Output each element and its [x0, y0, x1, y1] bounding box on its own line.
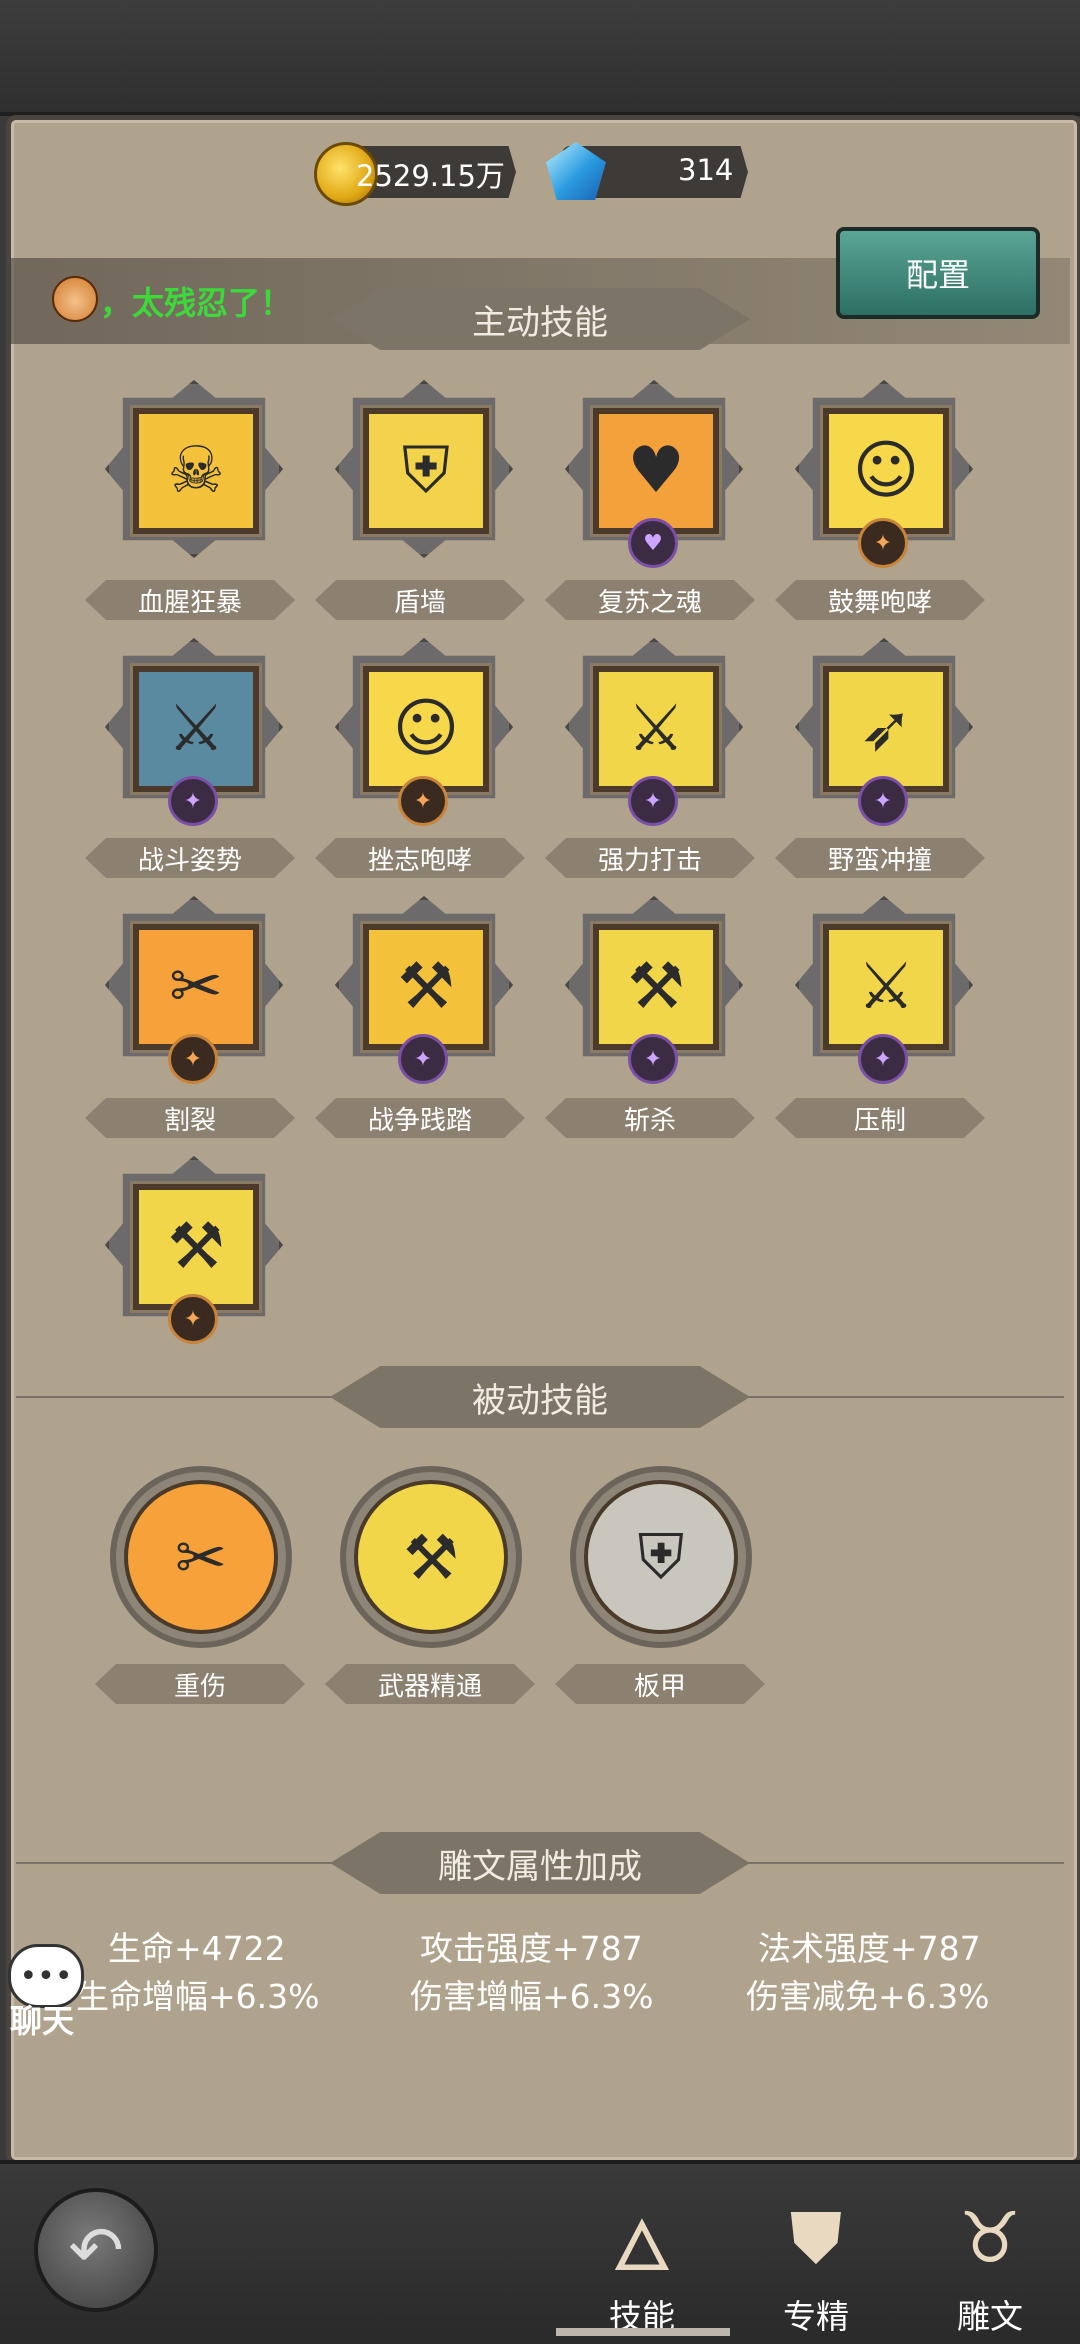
- purple-rune-icon: ✦: [858, 776, 908, 826]
- skill-slot[interactable]: ⚒ ✦: [555, 886, 745, 1084]
- roaring-face-icon: ☺: [360, 663, 492, 795]
- bronze-rune-icon: ✦: [398, 776, 448, 826]
- skill-slot[interactable]: ☠: [95, 370, 285, 560]
- skill-slot[interactable]: ☺ ✦: [785, 370, 975, 568]
- skill-glyph: ⚒: [167, 1210, 225, 1284]
- tab-glyphs-label: 雕文: [957, 2297, 1023, 2336]
- purple-rune-icon: ✦: [858, 1034, 908, 1084]
- skill-slot[interactable]: ⛨: [325, 370, 515, 560]
- passive-skills-title: 被动技能: [330, 1366, 750, 1428]
- skill-name: 复苏之魂: [545, 580, 755, 620]
- skill-glyph: ⚔: [167, 692, 225, 766]
- stat-spell-power: 法术强度+787: [758, 1929, 981, 1968]
- active-skills-title: 主动技能: [330, 288, 750, 350]
- stat-attack-power: 攻击强度+787: [420, 1929, 643, 1968]
- sword-strike-icon: ⚔: [590, 663, 722, 795]
- monkey-face-icon: [52, 276, 98, 322]
- purple-rune-icon: ✦: [398, 1034, 448, 1084]
- heart-rune-icon: ♥: [628, 518, 678, 568]
- skill-name: 强力打击: [545, 838, 755, 878]
- charge-icon: ➶: [820, 663, 952, 795]
- passive-skill[interactable]: ✂: [110, 1466, 292, 1648]
- skill-name: 压制: [775, 1098, 985, 1138]
- crossed-maces-icon: ⚔: [130, 663, 262, 795]
- stat-damage-boost: 伤害增幅+6.3%: [410, 1977, 654, 2016]
- skill-glyph: ☠: [167, 434, 225, 508]
- purple-rune-icon: ✦: [168, 776, 218, 826]
- stat-damage-reduction: 伤害减免+6.3%: [746, 1977, 990, 2016]
- bronze-rune-icon: ✦: [858, 518, 908, 568]
- tab-specialization-label: 专精: [783, 2297, 849, 2336]
- flame-book-icon: 🜂: [611, 2205, 673, 2287]
- skill-name: 盾墙: [315, 580, 525, 620]
- back-button[interactable]: ↶: [34, 2188, 158, 2312]
- roaring-face-icon: ☺: [820, 405, 952, 537]
- shield-icon: ⛨: [360, 405, 492, 537]
- skill-name: 割裂: [85, 1098, 295, 1138]
- horned-rune-icon: ♉: [958, 2197, 1022, 2279]
- purple-rune-icon: ✦: [628, 1034, 678, 1084]
- skill-name: 战争践踏: [315, 1098, 525, 1138]
- passive-skill-name: 板甲: [555, 1664, 765, 1704]
- passive-skill-name: 重伤: [95, 1664, 305, 1704]
- bronze-rune-icon: ✦: [168, 1294, 218, 1344]
- rend-slash-icon: ✂: [130, 921, 262, 1053]
- purple-rune-icon: ✦: [628, 776, 678, 826]
- bottom-nav: [0, 2160, 1080, 2344]
- passive-skill[interactable]: ⚒: [340, 1466, 522, 1648]
- glyph-bonus-title: 雕文属性加成: [330, 1832, 750, 1894]
- deep-wound-icon: ✂: [124, 1480, 278, 1634]
- crest-shield-icon: ⛊: [789, 2196, 843, 2279]
- muscle-warrior-icon: ♥: [590, 405, 722, 537]
- skill-glyph: ⚔: [627, 692, 685, 766]
- axe-icon: ⚒: [130, 1181, 262, 1313]
- skull-icon: ☠: [130, 405, 262, 537]
- skill-slot[interactable]: ♥ ♥: [555, 370, 745, 568]
- hammer-icon: ⚒: [360, 921, 492, 1053]
- gold-amount: 2529.15万: [356, 159, 505, 193]
- skill-slot[interactable]: ➶ ✦: [785, 628, 975, 826]
- tab-skills[interactable]: 🜂 技能: [572, 2178, 712, 2336]
- stat-health: 生命+4722: [108, 1929, 286, 1968]
- message-text: ，太残忍了！: [100, 284, 293, 322]
- skill-glyph: ⚒: [397, 950, 455, 1024]
- skill-name: 野蛮冲撞: [775, 838, 985, 878]
- chat-label[interactable]: 聊天: [10, 1996, 74, 2042]
- skill-glyph: ➶: [859, 692, 913, 766]
- skill-glyph: ✂: [169, 950, 223, 1024]
- config-button[interactable]: 配置: [836, 227, 1040, 319]
- skill-name: 血腥狂暴: [85, 580, 295, 620]
- passive-skill-name: 武器精通: [325, 1664, 535, 1704]
- skill-glyph: ♥: [627, 434, 685, 508]
- tab-glyphs[interactable]: ♉ 雕文: [920, 2178, 1060, 2336]
- skill-slot[interactable]: ⚔ ✦: [555, 628, 745, 826]
- bronze-rune-icon: ✦: [168, 1034, 218, 1084]
- skill-glyph: ☺: [852, 434, 920, 508]
- skill-slot[interactable]: ✂ ✦: [95, 886, 285, 1084]
- top-bar: [0, 0, 1080, 116]
- skill-glyph: ☺: [392, 692, 460, 766]
- skill-glyph: ⛨: [402, 434, 450, 508]
- skill-slot[interactable]: ⚔ ✦: [785, 886, 975, 1084]
- skill-glyph: ⚒: [627, 950, 685, 1024]
- skill-name: 斩杀: [545, 1098, 755, 1138]
- active-tab-indicator: [556, 2328, 730, 2336]
- passive-skill[interactable]: ⛨: [570, 1466, 752, 1648]
- execute-axe-icon: ⚒: [590, 921, 722, 1053]
- overpower-sword-icon: ⚔: [820, 921, 952, 1053]
- skill-slot[interactable]: ⚒ ✦: [325, 886, 515, 1084]
- skill-slot[interactable]: ☺ ✦: [325, 628, 515, 826]
- plate-armor-icon: ⛨: [584, 1480, 738, 1634]
- axe-icon: ⚒: [354, 1480, 508, 1634]
- skill-slot[interactable]: ⚔ ✦: [95, 628, 285, 826]
- tab-specialization[interactable]: ⛊ 专精: [746, 2178, 886, 2337]
- skill-slot[interactable]: ⚒ ✦: [95, 1146, 285, 1344]
- skill-name: 挫志咆哮: [315, 838, 525, 878]
- skill-name: 战斗姿势: [85, 838, 295, 878]
- skill-glyph: ⚔: [857, 950, 915, 1024]
- stat-health-boost: 生命增幅+6.3%: [76, 1977, 320, 2016]
- skill-name: 鼓舞咆哮: [775, 580, 985, 620]
- gem-amount: 314: [678, 153, 734, 187]
